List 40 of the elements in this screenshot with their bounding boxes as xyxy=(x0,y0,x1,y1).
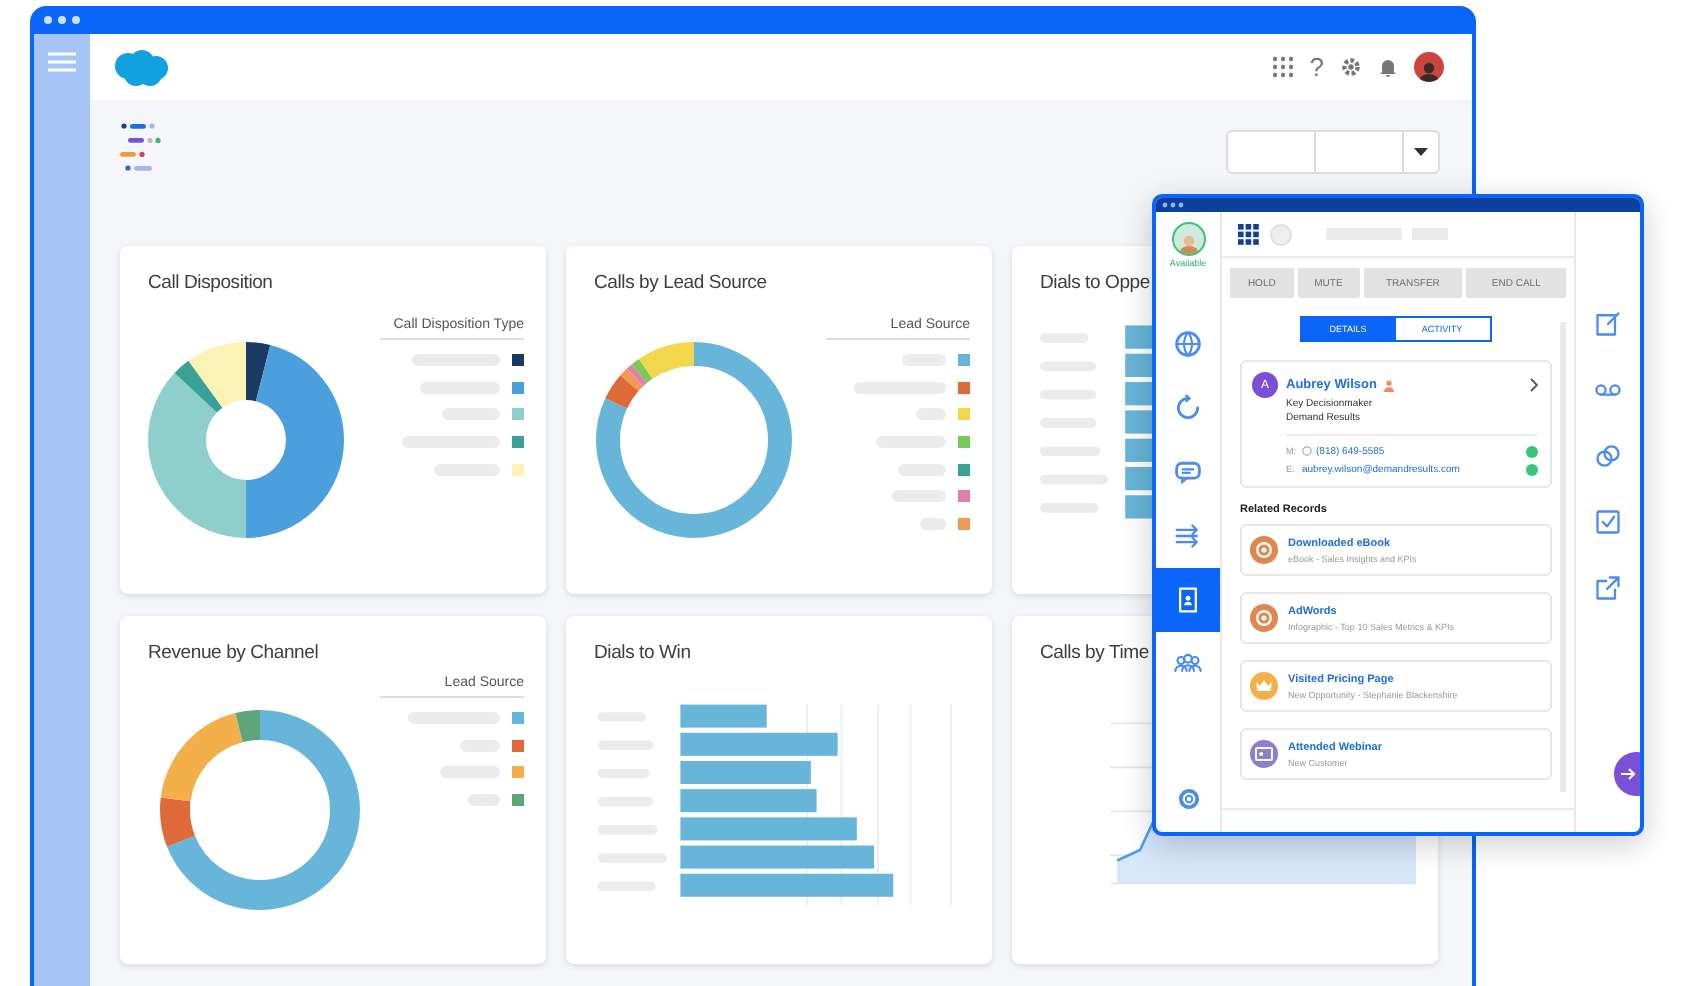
external-link-icon[interactable] xyxy=(1594,574,1622,602)
bar xyxy=(680,789,817,813)
person-icon xyxy=(1384,379,1395,391)
checkbox-icon[interactable] xyxy=(1594,508,1622,536)
phone-icon xyxy=(1302,446,1312,456)
settings-icon[interactable] xyxy=(1340,56,1362,78)
settings-icon[interactable] xyxy=(1175,786,1201,812)
card-title: Dials to Oppe xyxy=(1040,272,1150,294)
arrow-right-icon xyxy=(1620,766,1636,782)
caret-icon xyxy=(1414,148,1428,156)
rail-tab[interactable] xyxy=(1156,568,1220,632)
person-silhouette-icon xyxy=(1177,232,1199,254)
card-title: Revenue by Channel xyxy=(148,642,319,664)
card-title: Calls by Lead Source xyxy=(594,272,767,294)
contact-card-icon xyxy=(1174,586,1202,614)
help-icon[interactable]: ? xyxy=(1309,54,1324,80)
card-title: Dials to Win xyxy=(594,642,691,664)
cloud-logo-icon[interactable] xyxy=(110,47,170,87)
window-dots-icon xyxy=(1162,202,1186,208)
status-circle xyxy=(1270,223,1292,245)
dialpad-icon[interactable] xyxy=(1238,223,1260,245)
bell-icon[interactable] xyxy=(1378,56,1398,78)
card-title: Calls by Time xyxy=(1040,642,1149,664)
apps-grid-icon[interactable] xyxy=(1271,56,1294,78)
person-silhouette-icon xyxy=(1418,60,1440,82)
agent-avatar[interactable] xyxy=(1171,222,1205,256)
refresh-icon xyxy=(1174,394,1202,422)
avatar[interactable] xyxy=(1414,52,1444,82)
menu-icon[interactable] xyxy=(48,52,76,72)
chevron-right-icon[interactable] xyxy=(1530,378,1538,392)
window-dots-icon xyxy=(44,16,84,24)
chat-icon xyxy=(1174,458,1202,486)
bar xyxy=(680,761,811,784)
link-icon[interactable] xyxy=(1594,442,1622,470)
edit-icon[interactable] xyxy=(1594,310,1622,338)
card-title: Call Disposition xyxy=(148,272,273,294)
bar xyxy=(680,704,767,728)
transfer-icon xyxy=(1174,522,1202,550)
people-icon xyxy=(1174,650,1202,678)
globe-icon xyxy=(1174,330,1202,358)
